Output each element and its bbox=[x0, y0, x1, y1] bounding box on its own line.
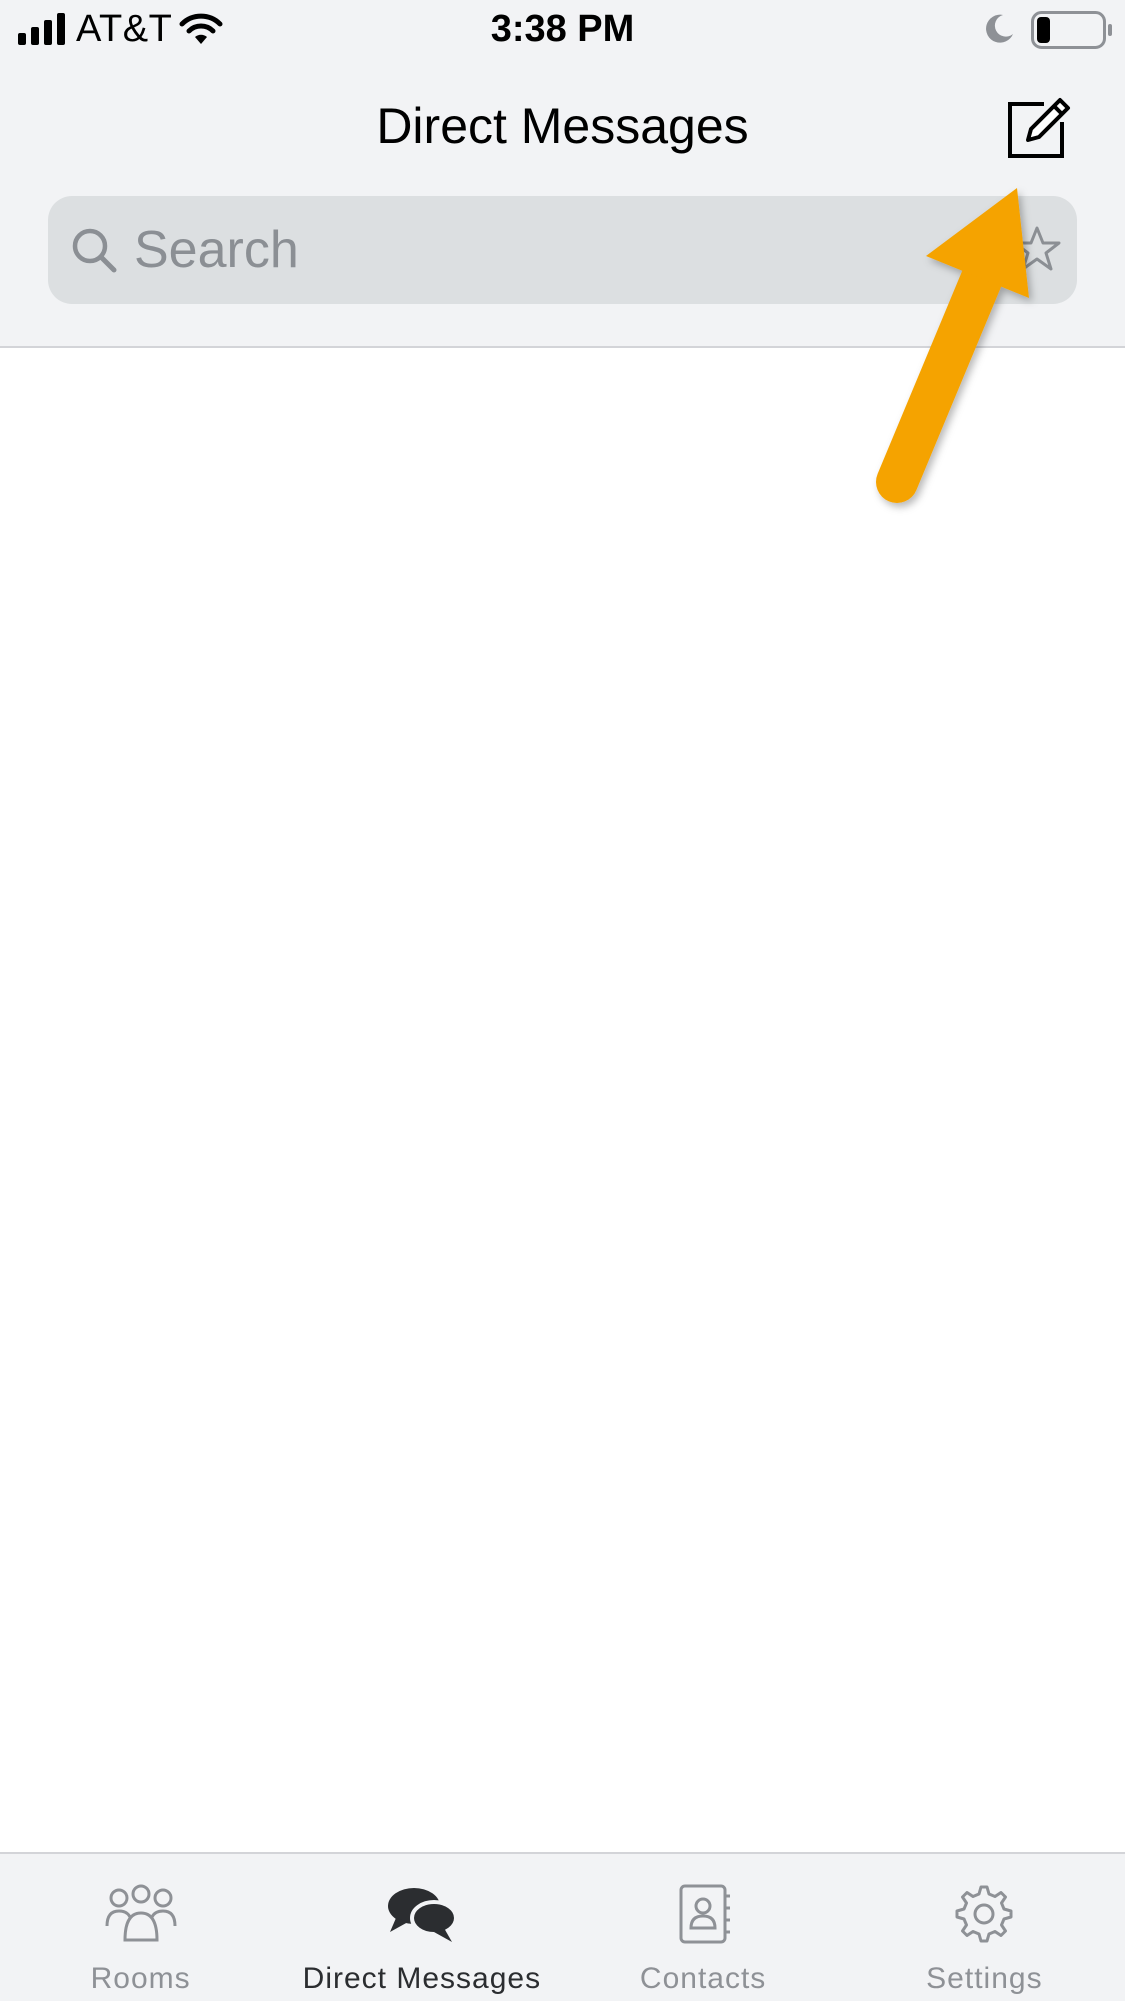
message-list bbox=[0, 348, 1125, 1852]
tab-label: Rooms bbox=[90, 1962, 191, 1995]
navigation-header: Direct Messages bbox=[0, 62, 1125, 348]
tab-settings[interactable]: Settings bbox=[844, 1854, 1125, 2001]
chat-bubbles-icon bbox=[387, 1888, 458, 1942]
tab-label: Contacts bbox=[639, 1962, 767, 1995]
star-icon[interactable] bbox=[1012, 224, 1062, 274]
direct-messages-screen: AT&T 3:38 PM Direct Messages Search Room… bbox=[0, 0, 1125, 2001]
contacts-icon bbox=[679, 1884, 731, 1944]
tab-direct-messages[interactable]: Direct Messages bbox=[281, 1854, 562, 2001]
search-bar[interactable] bbox=[48, 196, 1077, 304]
battery-icon bbox=[1031, 11, 1112, 49]
tab-contacts[interactable]: Contacts bbox=[563, 1854, 844, 2001]
tab-label: Direct Messages bbox=[302, 1962, 542, 1995]
search-icon bbox=[72, 228, 117, 273]
rooms-icon bbox=[105, 1884, 177, 1942]
moon-icon bbox=[986, 14, 1013, 43]
compose-button[interactable] bbox=[1004, 92, 1074, 162]
gear-icon bbox=[955, 1885, 1013, 1943]
tab-label: Settings bbox=[926, 1962, 1043, 1995]
search-input[interactable] bbox=[134, 196, 974, 304]
status-time: 3:38 PM bbox=[490, 8, 635, 50]
compose-icon bbox=[1008, 98, 1070, 158]
status-bar: AT&T 3:38 PM bbox=[0, 0, 1125, 62]
page-title: Direct Messages bbox=[376, 98, 749, 154]
tab-bar: Rooms Direct Messages Contacts Settings bbox=[0, 1852, 1125, 2001]
tab-rooms[interactable]: Rooms bbox=[0, 1854, 281, 2001]
